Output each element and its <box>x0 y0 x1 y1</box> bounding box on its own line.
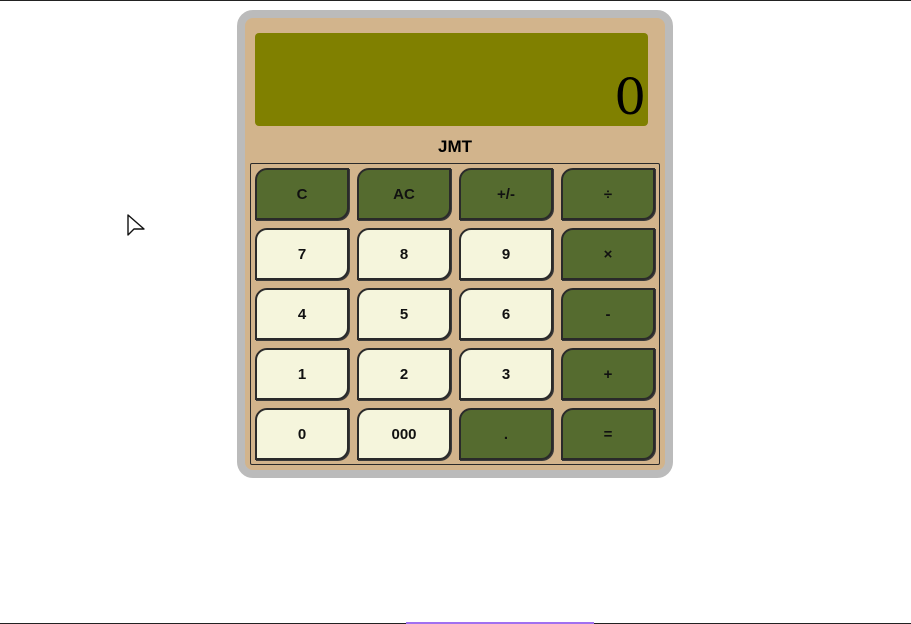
all-clear-button[interactable]: AC <box>357 168 451 220</box>
decimal-point-button[interactable]: . <box>459 408 553 460</box>
keypad: C AC +/- ÷ 7 8 9 × 4 5 6- 1 2 3 +0 000. = <box>250 163 660 465</box>
calculator: 0 JMT C AC +/- ÷ 7 8 9 × 4 5 6-1 2 3 +0 000. = <box>237 10 673 478</box>
toggle-sign-button[interactable]: +/- <box>459 168 553 220</box>
equals-button[interactable]: = <box>561 408 655 460</box>
add-button[interactable]: + <box>561 348 655 400</box>
subtract-button[interactable]: - <box>561 288 655 340</box>
triple-zero-button[interactable]: 000 <box>357 408 451 460</box>
digit-4-button[interactable]: 4 <box>255 288 349 340</box>
digit-1-button[interactable]: 1 <box>255 348 349 400</box>
digit-6-button[interactable]: 6 <box>459 288 553 340</box>
digit-3-button[interactable]: 3 <box>459 348 553 400</box>
digit-2-button[interactable]: 2 <box>357 348 451 400</box>
digit-5-button[interactable]: 5 <box>357 288 451 340</box>
digit-0-button[interactable]: 0 <box>255 408 349 460</box>
divide-button[interactable]: ÷ <box>561 168 655 220</box>
multiply-button[interactable]: × <box>561 228 655 280</box>
clear-button[interactable]: C <box>255 168 349 220</box>
calculator-display: 0 <box>255 33 648 126</box>
display-value: 0 <box>614 68 646 126</box>
page: 0 JMT C AC +/- ÷ 7 8 9 × 4 5 6-1 2 3 +0 000. = <box>0 0 911 624</box>
mouse-pointer-icon <box>127 214 145 236</box>
brand-label: JMT <box>438 137 472 156</box>
digit-9-button[interactable]: 9 <box>459 228 553 280</box>
digit-8-button[interactable]: 8 <box>357 228 451 280</box>
digit-7-button[interactable]: 7 <box>255 228 349 280</box>
